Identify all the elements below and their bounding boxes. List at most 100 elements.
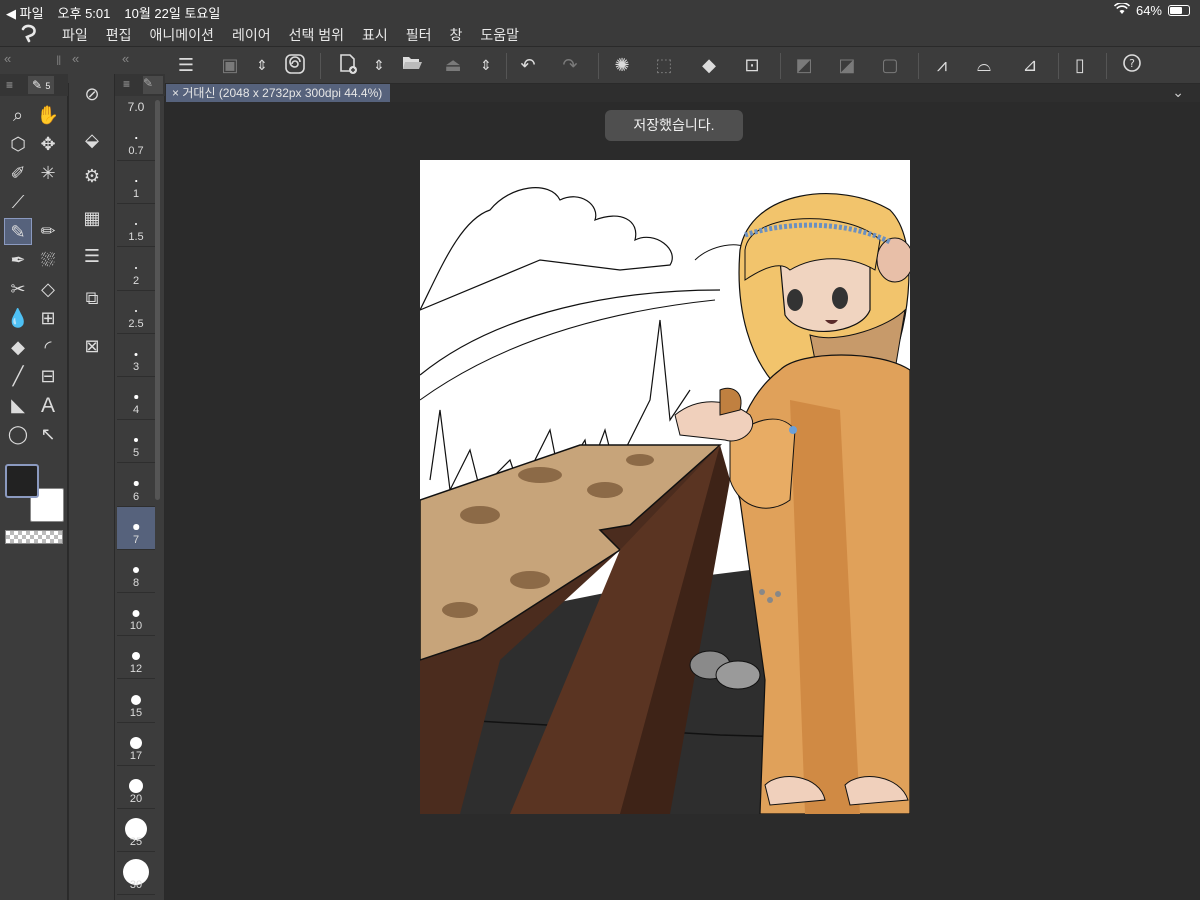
blend-icon[interactable]: 💧 xyxy=(4,305,32,332)
updown-icon[interactable]: ⇕ xyxy=(250,53,274,77)
lasso-pen-icon[interactable]: ✐ xyxy=(4,160,32,187)
brush-menu-icon[interactable]: ≡ xyxy=(123,77,130,91)
crop-icon[interactable]: ◩ xyxy=(792,53,816,77)
eraser-icon[interactable]: ◇ xyxy=(34,276,62,303)
brush-size-option[interactable]: 2.5 xyxy=(117,291,155,334)
close-panel-icon[interactable]: ⊠ xyxy=(78,332,106,360)
menu-filter[interactable]: 필터 xyxy=(406,25,432,45)
line-icon[interactable]: ╱ xyxy=(4,363,32,390)
move-icon[interactable]: ✥ xyxy=(34,131,62,158)
save-icon[interactable]: ⏏ xyxy=(441,53,465,77)
collapse-left-icon[interactable]: « xyxy=(4,51,11,66)
menu-icon[interactable]: ☰ xyxy=(174,53,198,77)
brush-tab-icon[interactable]: ✎ 5 xyxy=(28,76,55,94)
loading-icon[interactable]: ✺ xyxy=(610,53,634,77)
pen-icon[interactable]: ✎ xyxy=(4,218,32,245)
timeline-icon[interactable]: ▦ xyxy=(78,204,106,232)
undo-icon[interactable]: ↶ xyxy=(516,53,540,77)
brush-size-option[interactable]: 2 xyxy=(117,248,155,291)
brush-size-option[interactable]: 6 xyxy=(117,464,155,507)
text-icon[interactable]: A xyxy=(34,392,62,419)
fill-bucket-icon[interactable]: ◆ xyxy=(697,53,721,77)
frame-border-icon[interactable]: ⊟ xyxy=(34,363,62,390)
menu-animation[interactable]: 애니메이션 xyxy=(150,25,214,45)
brush-size-value[interactable]: 7.0 xyxy=(117,100,155,114)
brush-size-scrollbar[interactable] xyxy=(155,100,160,500)
clip-studio-logo-icon[interactable] xyxy=(18,23,40,48)
brush-size-option[interactable]: 17 xyxy=(117,723,155,766)
menu-layer[interactable]: 레이어 xyxy=(232,25,271,45)
new-file-icon[interactable] xyxy=(336,53,360,77)
menu-help[interactable]: 도움말 xyxy=(480,25,519,45)
brush-size-dot-icon xyxy=(133,567,139,573)
menu-view[interactable]: 표시 xyxy=(362,25,388,45)
chevron-down-icon[interactable]: ⌄ xyxy=(1172,84,1184,101)
brush-size-tab-icon[interactable]: ✎ xyxy=(143,76,163,94)
brush-size-option[interactable]: 8 xyxy=(117,550,155,593)
brush-icon[interactable]: ✒ xyxy=(4,247,32,274)
subtool-detail-icon[interactable]: ⊘ xyxy=(78,80,106,108)
updown-icon[interactable]: ⇕ xyxy=(474,53,498,77)
speech-balloon-icon[interactable]: ◯ xyxy=(4,421,32,448)
updown-icon[interactable]: ⇕ xyxy=(367,53,391,77)
collapse-subtool-icon[interactable]: « xyxy=(72,51,79,66)
object-select-icon[interactable]: ⬡ xyxy=(4,131,32,158)
menu-selection[interactable]: 선택 범위 xyxy=(289,25,344,45)
brush-size-option[interactable]: 3 xyxy=(117,334,155,377)
brush-tint-icon[interactable]: ⌓ xyxy=(972,53,996,77)
brush-size-option[interactable]: 4 xyxy=(117,377,155,421)
brush-size-option[interactable]: 0.7 xyxy=(117,118,155,161)
brush-size-option[interactable]: 7 xyxy=(117,506,155,550)
spiral-icon[interactable] xyxy=(283,53,307,77)
decoration-icon[interactable]: ✂ xyxy=(4,276,32,303)
correct-line-icon[interactable]: ↖ xyxy=(34,421,62,448)
magic-wand-icon[interactable]: ✳ xyxy=(34,160,62,187)
fill-icon[interactable]: ◆ xyxy=(4,334,32,361)
brush-size-option[interactable]: 30 xyxy=(117,852,155,896)
layer-search-icon[interactable]: ⧉ xyxy=(78,284,106,312)
menu-file[interactable]: 파일 xyxy=(62,25,88,45)
gradient-icon[interactable]: ◪ xyxy=(835,53,859,77)
gradient-tool-icon[interactable]: ◜ xyxy=(34,334,62,361)
brush-size-dot-icon xyxy=(134,352,138,356)
redo-icon[interactable]: ↷ xyxy=(558,53,582,77)
brush-size-option[interactable]: 1 xyxy=(117,161,155,205)
eyedropper-icon[interactable]: ⟋ xyxy=(4,189,32,216)
main-color-swatch[interactable] xyxy=(5,464,39,498)
selection-icon[interactable]: ⬚ xyxy=(652,53,676,77)
zoom-icon[interactable]: ⌕ xyxy=(4,102,32,129)
menu-window[interactable]: 창 xyxy=(450,25,463,45)
drawing-canvas[interactable] xyxy=(420,160,910,814)
hand-icon[interactable]: ✋ xyxy=(34,102,62,129)
close-document-icon[interactable]: × xyxy=(172,86,179,100)
collapse-brush-icon[interactable]: « xyxy=(122,51,129,66)
pencil-icon[interactable]: ✏ xyxy=(34,218,62,245)
menu-edit[interactable]: 편집 xyxy=(106,25,132,45)
vector-icon[interactable]: ⩘ xyxy=(930,53,954,77)
brush-size-option[interactable]: 10 xyxy=(117,593,155,637)
frame-icon[interactable]: ▢ xyxy=(878,53,902,77)
brush-size-option[interactable]: 5 xyxy=(117,420,155,464)
ruler-icon[interactable]: ⊿ xyxy=(1018,53,1042,77)
brush-size-option[interactable]: 1.5 xyxy=(117,204,155,248)
grid-icon[interactable]: ⊞ xyxy=(34,305,62,332)
document-tab[interactable]: × 거대신 (2048 x 2732px 300dpi 44.4%) xyxy=(166,84,391,102)
panel-grip-icon[interactable]: ‖ xyxy=(56,53,61,68)
help-icon[interactable]: ? xyxy=(1120,53,1144,77)
transform-icon[interactable]: ⊡ xyxy=(740,53,764,77)
tool-menu-icon[interactable]: ≡ xyxy=(6,76,13,94)
brush-size-option[interactable]: 20 xyxy=(117,766,155,809)
open-folder-icon[interactable] xyxy=(400,53,424,77)
brush-size-option[interactable]: 25 xyxy=(117,809,155,853)
layer-property-icon[interactable]: ⬙ xyxy=(78,126,106,154)
phone-icon[interactable]: ▯ xyxy=(1068,53,1092,77)
balloon-tail-icon[interactable]: ◣ xyxy=(4,392,32,419)
layer-settings-icon[interactable]: ⚙ xyxy=(78,162,106,190)
brush-size-option[interactable]: 12 xyxy=(117,636,155,680)
airbrush-icon[interactable]: ⛆ xyxy=(34,247,62,274)
transparent-color-swatch[interactable] xyxy=(5,530,63,544)
back-to-files-link[interactable]: ◀ 파일 xyxy=(6,3,44,22)
layer-list-icon[interactable]: ☰ xyxy=(78,242,106,270)
layer-copy-icon[interactable]: ▣ xyxy=(218,53,242,77)
brush-size-option[interactable]: 15 xyxy=(117,680,155,723)
